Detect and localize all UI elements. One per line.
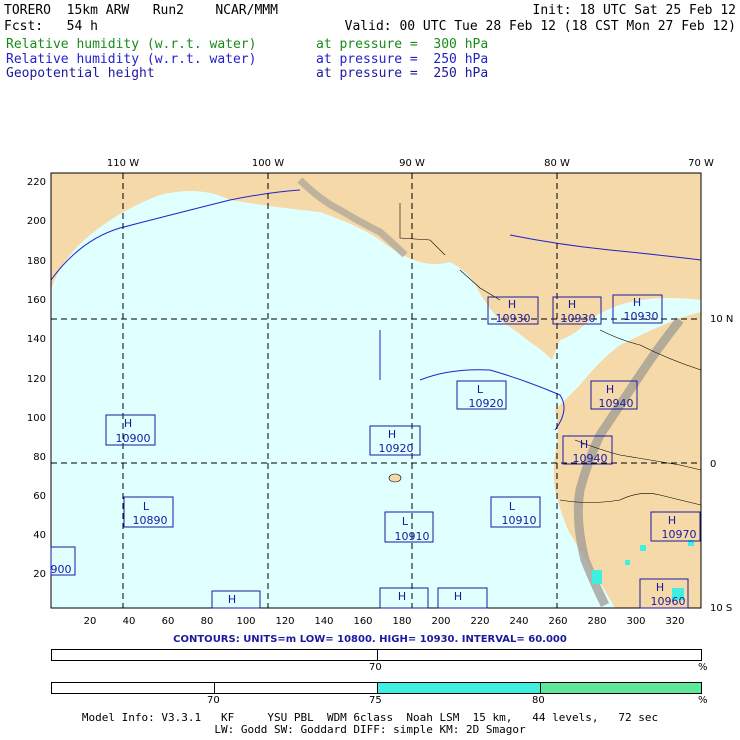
lat-label-10n: 10 N [710,314,733,325]
svg-text:H: H [656,581,664,594]
valid-time: Valid: 00 UTC Tue 28 Feb 12 (18 CST Mon … [344,19,736,34]
lat-label-0: 0 [710,459,716,470]
lon-label-70w: 70 W [688,158,714,169]
y-tick: 20 [33,569,46,580]
y-tick: 140 [27,334,46,345]
y-tick: 220 [27,177,46,188]
init-time: Init: 18 UTC Sat 25 Feb 12 [532,3,737,18]
x-tick: 180 [392,616,411,627]
x-tick: 300 [626,616,645,627]
x-tick: 80 [201,616,214,627]
lon-label-90w: 90 W [399,158,425,169]
lon-label-110w: 110 W [107,158,139,169]
svg-text:10920: 10920 [469,397,504,410]
svg-text:H: H [633,296,641,309]
y-tick: 100 [27,413,46,424]
x-tick: 320 [665,616,684,627]
y-tick: 120 [27,374,46,385]
svg-text:10920: 10920 [379,442,414,455]
svg-text:L: L [509,500,516,513]
svg-text:10930: 10930 [561,312,596,325]
lon-label-80w: 80 W [544,158,570,169]
rh-250-label: 80 [532,695,545,706]
x-tick: 100 [236,616,255,627]
y-tick: 40 [33,530,46,541]
lat-label-10s: 10 S [710,603,732,614]
model-run-title: TORERO 15km ARW Run2 NCAR/MMM [4,3,278,18]
svg-text:H: H [398,590,406,603]
x-tick: 280 [587,616,606,627]
x-tick: 20 [84,616,97,627]
svg-text:L: L [402,515,409,528]
forecast-hour: Fcst: 54 h [4,19,98,34]
physics-info: LW: Godd SW: Goddard DIFF: simple KM: 2D… [214,723,526,736]
y-tick: 160 [27,295,46,306]
weather-map: 110 W 100 W 90 W 80 W 70 W 10 N 0 10 S 2… [27,158,733,627]
field-1-name: Relative humidity (w.r.t. water) [6,37,257,52]
svg-text:10910: 10910 [395,530,430,543]
svg-text:10900: 10900 [116,432,151,445]
x-tick: 260 [548,616,567,627]
latitude-labels: 10 N 0 10 S [710,314,733,614]
x-tick: 40 [123,616,136,627]
y-tick: 200 [27,216,46,227]
svg-text:H: H [568,298,576,311]
longitude-labels: 110 W 100 W 90 W 80 W 70 W [107,158,714,169]
svg-text:H: H [228,593,236,606]
y-axis-ticks: 220 200 180 160 140 120 100 80 60 40 20 [27,177,46,580]
x-axis-ticks: 20 40 60 80 100 120 140 160 180 200 220 … [84,616,685,627]
rh-300-unit: % [698,662,708,673]
svg-text:H: H [580,438,588,451]
svg-text:10960: 10960 [651,595,686,608]
x-tick: 140 [314,616,333,627]
svg-text:10970: 10970 [662,528,697,541]
svg-text:10940: 10940 [599,397,634,410]
galapagos-island [388,473,402,483]
svg-text:H: H [124,417,132,430]
svg-text:H: H [668,514,676,527]
x-tick: 160 [353,616,372,627]
rh-band-75-80 [377,683,540,693]
field-1-level: at pressure = 300 hPa [316,37,489,52]
rh-300-colorbar [51,649,702,661]
y-tick: 180 [27,256,46,267]
svg-text:H: H [606,383,614,396]
field-3-level: at pressure = 250 hPa [316,66,489,81]
x-tick: 220 [470,616,489,627]
rh-250-label: 70 [207,695,220,706]
rh-250-colorbar [51,682,702,694]
svg-text:H: H [508,298,516,311]
svg-text:10890: 10890 [133,514,168,527]
svg-text:10930: 10930 [624,310,659,323]
rh-300-label: 70 [369,662,382,673]
x-tick: 120 [275,616,294,627]
lon-label-100w: 100 W [252,158,284,169]
rh-250-unit: % [698,695,708,706]
rh-250-label: 75 [369,695,382,706]
x-tick: 60 [162,616,175,627]
svg-text:L: L [143,500,150,513]
svg-text:900: 900 [51,563,72,576]
svg-text:10940: 10940 [573,452,608,465]
svg-text:H: H [454,590,462,603]
rh-patch [592,570,602,584]
contour-info: CONTOURS: UNITS=m LOW= 10800. HIGH= 1093… [173,634,567,645]
field-3-name: Geopotential height [6,66,155,81]
svg-text:H: H [388,428,396,441]
x-tick: 240 [509,616,528,627]
rh-band-80-plus [540,683,701,693]
svg-text:10930: 10930 [496,312,531,325]
y-tick: 80 [33,452,46,463]
field-2-name: Relative humidity (w.r.t. water) [6,52,257,67]
svg-text:L: L [477,383,484,396]
x-tick: 200 [431,616,450,627]
field-2-level: at pressure = 250 hPa [316,52,489,67]
y-tick: 60 [33,491,46,502]
svg-text:10910: 10910 [502,514,537,527]
